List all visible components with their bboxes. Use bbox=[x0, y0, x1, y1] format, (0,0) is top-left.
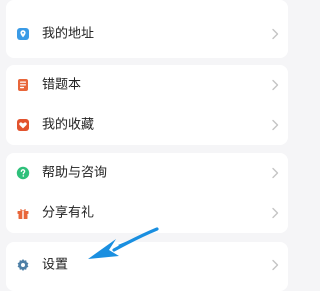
menu-card-address: 我的地址 bbox=[6, 0, 288, 58]
menu-item-label: 设置 bbox=[42, 257, 69, 273]
gear-icon bbox=[16, 258, 30, 272]
menu-item-my-favorites[interactable]: 我的收藏 bbox=[6, 105, 288, 145]
chevron-right-icon bbox=[270, 167, 280, 179]
menu-card-help: 帮助与咨询 分享有礼 bbox=[6, 153, 288, 233]
chevron-right-icon bbox=[270, 79, 280, 91]
menu-item-label: 我的地址 bbox=[42, 26, 95, 42]
menu-item-help-consult[interactable]: 帮助与咨询 bbox=[6, 153, 288, 193]
menu-card-study: 错题本 我的收藏 bbox=[6, 65, 288, 145]
location-pin-icon bbox=[16, 27, 30, 41]
chevron-right-icon bbox=[270, 207, 280, 219]
chevron-right-icon bbox=[270, 119, 280, 131]
help-icon bbox=[16, 166, 30, 180]
menu-item-settings[interactable]: 设置 bbox=[6, 245, 288, 285]
menu-item-my-address[interactable]: 我的地址 bbox=[6, 14, 288, 54]
menu-item-label: 分享有礼 bbox=[42, 205, 95, 221]
menu-item-share-gift[interactable]: 分享有礼 bbox=[6, 193, 288, 233]
menu-item-label: 帮助与咨询 bbox=[42, 165, 108, 181]
chevron-right-icon bbox=[270, 259, 280, 271]
menu-item-mistake-book[interactable]: 错题本 bbox=[6, 65, 288, 105]
menu-item-label: 错题本 bbox=[42, 77, 82, 93]
menu-item-label: 我的收藏 bbox=[42, 117, 95, 133]
notebook-icon bbox=[16, 78, 30, 92]
gift-icon bbox=[16, 206, 30, 220]
heart-icon bbox=[16, 118, 30, 132]
menu-card-settings: 设置 bbox=[6, 242, 288, 291]
chevron-right-icon bbox=[270, 28, 280, 40]
